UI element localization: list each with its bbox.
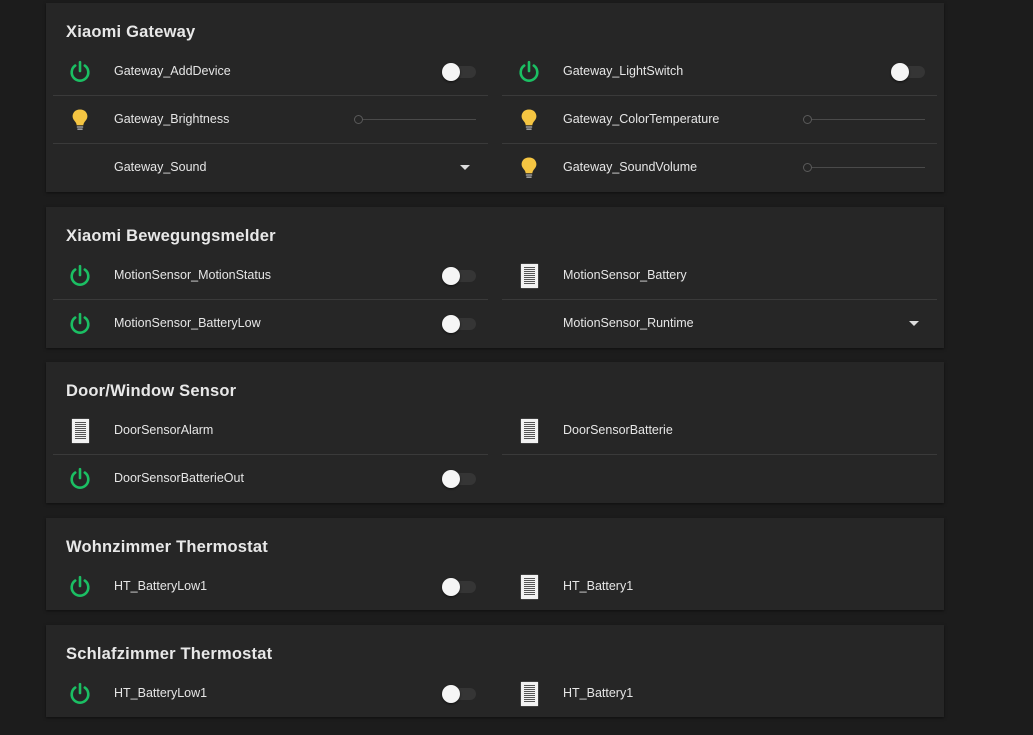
card-title: Door/Window Sensor	[66, 382, 237, 400]
entity-label: HT_Battery1	[563, 686, 634, 700]
document-icon	[516, 264, 542, 288]
entity-row: Gateway_SoundVolume	[502, 144, 937, 192]
entity-label: Gateway_AddDevice	[114, 64, 231, 78]
entity-label: HT_BatteryLow1	[114, 686, 208, 700]
lightbulb-icon	[67, 108, 93, 132]
power-icon	[516, 60, 542, 84]
toggle-switch[interactable]	[442, 470, 476, 488]
entity-row: MotionSensor_Battery	[502, 252, 937, 300]
toggle-switch[interactable]	[442, 578, 476, 596]
card-xiaomi-bewegungsmelder: Xiaomi Bewegungsmelder MotionSensor_Moti…	[46, 207, 944, 348]
slider-thumb[interactable]	[803, 163, 812, 172]
slider-thumb[interactable]	[354, 115, 363, 124]
toggle-knob	[442, 685, 460, 703]
entity-label: Gateway_Brightness	[114, 112, 230, 126]
card-xiaomi-gateway: Xiaomi Gateway Gateway_AddDevice Gateway…	[46, 3, 944, 192]
document-icon	[516, 575, 542, 599]
power-icon	[67, 312, 93, 336]
entity-row: MotionSensor_Runtime	[502, 300, 937, 348]
dropdown-arrow-icon[interactable]	[460, 165, 470, 170]
power-icon	[67, 575, 93, 599]
entity-row: HT_Battery1	[502, 563, 937, 611]
color-temperature-slider[interactable]	[803, 115, 925, 124]
power-icon	[67, 60, 93, 84]
toggle-switch[interactable]	[442, 63, 476, 81]
entity-label: HT_Battery1	[563, 579, 634, 593]
power-icon	[67, 264, 93, 288]
toggle-knob	[442, 63, 460, 81]
entity-label: DoorSensorBatterie	[563, 423, 673, 437]
entity-label: DoorSensorBatterieOut	[114, 471, 244, 485]
toggle-switch[interactable]	[442, 267, 476, 285]
toggle-switch[interactable]	[442, 685, 476, 703]
entity-row: MotionSensor_BatteryLow	[53, 300, 488, 348]
entity-label: Gateway_Sound	[114, 160, 207, 174]
entity-row: Gateway_LightSwitch	[502, 48, 937, 96]
card-title: Xiaomi Bewegungsmelder	[66, 227, 276, 245]
entity-row: Gateway_AddDevice	[53, 48, 488, 96]
toggle-knob	[442, 470, 460, 488]
entity-label: Gateway_LightSwitch	[563, 64, 684, 78]
entity-row: DoorSensorBatterieOut	[53, 455, 488, 503]
toggle-knob	[442, 315, 460, 333]
entity-row: Gateway_Sound	[53, 144, 488, 192]
toggle-knob	[891, 63, 909, 81]
document-icon	[516, 682, 542, 706]
entity-row: Gateway_ColorTemperature	[502, 96, 937, 144]
entity-label: Gateway_ColorTemperature	[563, 112, 720, 126]
entity-label: DoorSensorAlarm	[114, 423, 214, 437]
entity-label: Gateway_SoundVolume	[563, 160, 698, 174]
lightbulb-icon	[516, 108, 542, 132]
document-icon	[67, 419, 93, 443]
toggle-switch[interactable]	[891, 63, 925, 81]
entity-label: MotionSensor_Battery	[563, 268, 687, 282]
dropdown-arrow-icon[interactable]	[909, 321, 919, 326]
card-title: Wohnzimmer Thermostat	[66, 538, 268, 556]
document-icon	[516, 419, 542, 443]
entity-row: DoorSensorAlarm	[53, 407, 488, 455]
card-wohnzimmer-thermostat: Wohnzimmer Thermostat HT_BatteryLow1 HT_…	[46, 518, 944, 610]
power-icon	[67, 682, 93, 706]
card-title: Schlafzimmer Thermostat	[66, 645, 273, 663]
card-door-window-sensor: Door/Window Sensor DoorSensorAlarm DoorS…	[46, 362, 944, 503]
entity-row: HT_Battery1	[502, 670, 937, 718]
entity-row: DoorSensorBatterie	[502, 407, 937, 455]
sound-volume-slider[interactable]	[803, 163, 925, 172]
entity-row: HT_BatteryLow1	[53, 563, 488, 611]
entity-label: HT_BatteryLow1	[114, 579, 208, 593]
entity-row: Gateway_Brightness	[53, 96, 488, 144]
entity-label: MotionSensor_Runtime	[563, 316, 694, 330]
lightbulb-icon	[516, 156, 542, 180]
entity-label: MotionSensor_BatteryLow	[114, 316, 261, 330]
power-icon	[67, 467, 93, 491]
slider-thumb[interactable]	[803, 115, 812, 124]
toggle-switch[interactable]	[442, 315, 476, 333]
brightness-slider[interactable]	[354, 115, 476, 124]
toggle-knob	[442, 578, 460, 596]
entity-row: MotionSensor_MotionStatus	[53, 252, 488, 300]
entity-label: MotionSensor_MotionStatus	[114, 268, 272, 282]
card-schlafzimmer-thermostat: Schlafzimmer Thermostat HT_BatteryLow1 H…	[46, 625, 944, 717]
card-title: Xiaomi Gateway	[66, 23, 196, 41]
toggle-knob	[442, 267, 460, 285]
entity-row: HT_BatteryLow1	[53, 670, 488, 718]
